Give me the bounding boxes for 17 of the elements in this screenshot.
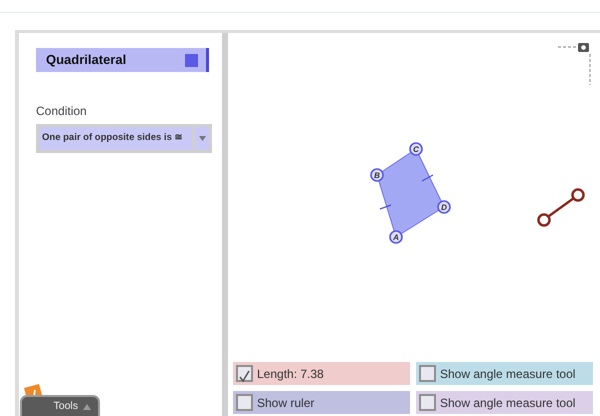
checkbox[interactable]: [419, 365, 436, 382]
checkbox[interactable]: [236, 365, 253, 382]
shape-title: Quadrilateral: [46, 51, 126, 70]
caret-icon: [198, 136, 206, 141]
condition-dropdown[interactable]: One pair of opposite sides is ≅: [36, 124, 212, 153]
segment-tool[interactable]: [537, 188, 585, 227]
camera-icon[interactable]: [557, 43, 591, 86]
checkbox[interactable]: [236, 394, 253, 411]
checkbox-option[interactable]: Length: 7.38: [233, 362, 410, 385]
checkbox-option[interactable]: Show ruler: [233, 391, 410, 414]
color-swatch[interactable]: [185, 54, 198, 66]
checkbox-option[interactable]: Show angle measure tool: [416, 391, 593, 414]
condition-label: Condition: [36, 103, 88, 120]
checkbox-option[interactable]: Show angle measure tool: [416, 362, 593, 385]
caret-icon: [83, 404, 91, 410]
tools-tab[interactable]: Tools: [20, 395, 100, 416]
checkbox[interactable]: [419, 394, 436, 411]
